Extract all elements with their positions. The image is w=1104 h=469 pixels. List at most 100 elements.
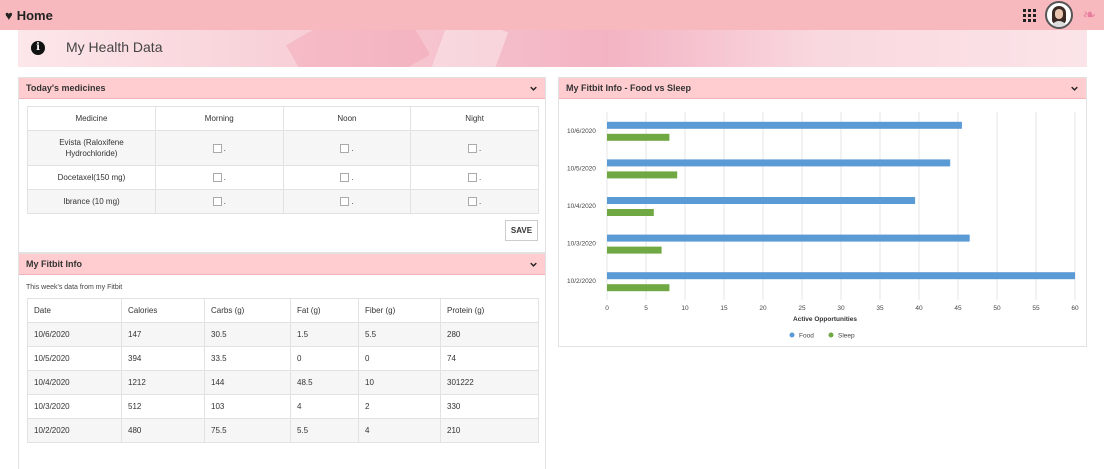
x-tick-label: 0 <box>605 305 609 312</box>
legend-label: Sleep <box>838 333 855 340</box>
x-tick-label: 25 <box>798 305 806 312</box>
x-tick-label: 35 <box>876 305 884 312</box>
table-row: Ibrance (10 mg) . . . <box>27 189 539 214</box>
column-header-date: Date <box>27 298 122 323</box>
column-header-medicine: Medicine <box>27 106 156 131</box>
medicines-panel: Today's medicines Medicine Morning Noon … <box>18 77 546 253</box>
cell-fiber: 5.5 <box>358 322 441 347</box>
column-header-noon: Noon <box>282 106 412 131</box>
sleep-bar <box>607 133 670 141</box>
table-row: 10/2/2020 480 75.5 5.5 4 210 <box>27 418 539 443</box>
medicine-name: Evista (Raloxifene Hydrochloride) <box>27 130 156 166</box>
table-row: 10/5/2020 394 33.5 0 0 74 <box>27 346 539 371</box>
cell-date: 10/6/2020 <box>27 322 122 347</box>
cell-fat: 48.5 <box>290 370 359 395</box>
x-tick-label: 55 <box>1032 305 1040 312</box>
cell-protein: 330 <box>440 394 539 419</box>
y-tick-label: 10/4/2020 <box>567 203 596 210</box>
column-header-fiber: Fiber (g) <box>358 298 441 323</box>
night-checkbox[interactable] <box>468 173 478 183</box>
column-header-night: Night <box>410 106 539 131</box>
food-bar <box>607 272 1075 280</box>
x-tick-label: 10 <box>681 305 689 312</box>
legend-marker <box>828 332 834 338</box>
chart-panel-title: My Fitbit Info - Food vs Sleep <box>566 83 691 93</box>
home-link[interactable]: ♥ Home <box>5 8 53 23</box>
cell-date: 10/2/2020 <box>27 418 122 443</box>
night-checkbox[interactable] <box>468 143 478 153</box>
food-bar <box>607 234 970 242</box>
column-header-morning: Morning <box>154 106 284 131</box>
cell-carbs: 103 <box>204 394 291 419</box>
morning-checkbox[interactable] <box>212 197 222 207</box>
x-tick-label: 20 <box>759 305 767 312</box>
chevron-down-icon[interactable] <box>1071 85 1078 92</box>
chart-panel-header[interactable]: My Fitbit Info - Food vs Sleep <box>559 78 1086 99</box>
cell-fiber: 2 <box>358 394 441 419</box>
cell-carbs: 30.5 <box>204 322 291 347</box>
cell-carbs: 33.5 <box>204 346 291 371</box>
legend-label: Food <box>799 333 814 340</box>
noon-checkbox[interactable] <box>340 197 350 207</box>
food-bar <box>607 159 951 167</box>
x-tick-label: 15 <box>720 305 728 312</box>
cell-fat: 0 <box>290 346 359 371</box>
y-tick-label: 10/5/2020 <box>567 165 596 172</box>
fitbit-subtitle: This week's data from my Fitbit <box>26 284 123 291</box>
x-tick-label: 30 <box>837 305 845 312</box>
medicine-name: Docetaxel(150 mg) <box>27 165 156 190</box>
cell-fiber: 0 <box>358 346 441 371</box>
food-bar <box>607 197 916 204</box>
cell-protein: 74 <box>440 346 539 371</box>
night-checkbox[interactable] <box>468 197 478 207</box>
chevron-down-icon[interactable] <box>530 85 537 92</box>
cell-calories: 480 <box>121 418 205 443</box>
x-tick-label: 40 <box>915 305 923 312</box>
table-row: 10/4/2020 1212 144 48.5 10 301222 <box>27 370 539 395</box>
chevron-down-icon[interactable] <box>530 261 537 268</box>
cell-date: 10/4/2020 <box>27 370 122 395</box>
column-header-fat: Fat (g) <box>290 298 359 323</box>
morning-checkbox[interactable] <box>212 173 222 183</box>
home-label: Home <box>16 7 53 23</box>
legend-marker <box>789 332 795 338</box>
apps-grid-icon[interactable] <box>1022 9 1036 22</box>
medicines-table: Medicine Morning Noon Night Evista (Ralo… <box>27 106 539 214</box>
food-bar <box>607 121 962 129</box>
cell-calories: 147 <box>121 322 205 347</box>
sleep-bar <box>607 284 670 292</box>
cell-fat: 5.5 <box>290 418 359 443</box>
table-row: 10/3/2020 512 103 4 2 330 <box>27 394 539 419</box>
noon-checkbox[interactable] <box>340 143 350 153</box>
y-tick-label: 10/2/2020 <box>567 278 596 285</box>
column-header-calories: Calories <box>121 298 205 323</box>
cell-fiber: 4 <box>358 418 441 443</box>
column-header-carbs: Carbs (g) <box>204 298 291 323</box>
fitbit-panel-title: My Fitbit Info <box>26 259 82 269</box>
x-tick-label: 60 <box>1071 305 1079 312</box>
save-button[interactable]: SAVE <box>505 220 538 241</box>
morning-checkbox[interactable] <box>212 143 222 153</box>
awareness-ribbon-icon[interactable]: ❧ <box>1083 5 1096 25</box>
heart-icon: ♥ <box>5 7 13 23</box>
medicines-panel-header[interactable]: Today's medicines <box>19 78 545 99</box>
food-sleep-bar-chart: 0 5 10 15 20 25 30 35 40 45 50 55 60 10/6/2020 10/5/20… <box>567 112 1079 340</box>
fitbit-table: Date Calories Carbs (g) Fat (g) Fiber (g… <box>27 298 539 443</box>
noon-checkbox[interactable] <box>340 173 350 183</box>
table-row: Docetaxel(150 mg) . . . <box>27 165 539 190</box>
fitbit-panel-header[interactable]: My Fitbit Info <box>19 254 545 275</box>
cell-date: 10/5/2020 <box>27 346 122 371</box>
cell-carbs: 75.5 <box>204 418 291 443</box>
cell-date: 10/3/2020 <box>27 394 122 419</box>
cell-protein: 280 <box>440 322 539 347</box>
cell-carbs: 144 <box>204 370 291 395</box>
medicine-name: Ibrance (10 mg) <box>27 189 156 214</box>
y-tick-label: 10/3/2020 <box>567 241 596 248</box>
sleep-bar <box>607 171 678 179</box>
info-icon[interactable]: i <box>31 41 45 55</box>
cell-calories: 512 <box>121 394 205 419</box>
avatar[interactable] <box>1044 1 1073 29</box>
page-title: My Health Data <box>66 39 163 55</box>
cell-protein: 210 <box>440 418 539 443</box>
page-banner: i My Health Data <box>18 30 1087 67</box>
